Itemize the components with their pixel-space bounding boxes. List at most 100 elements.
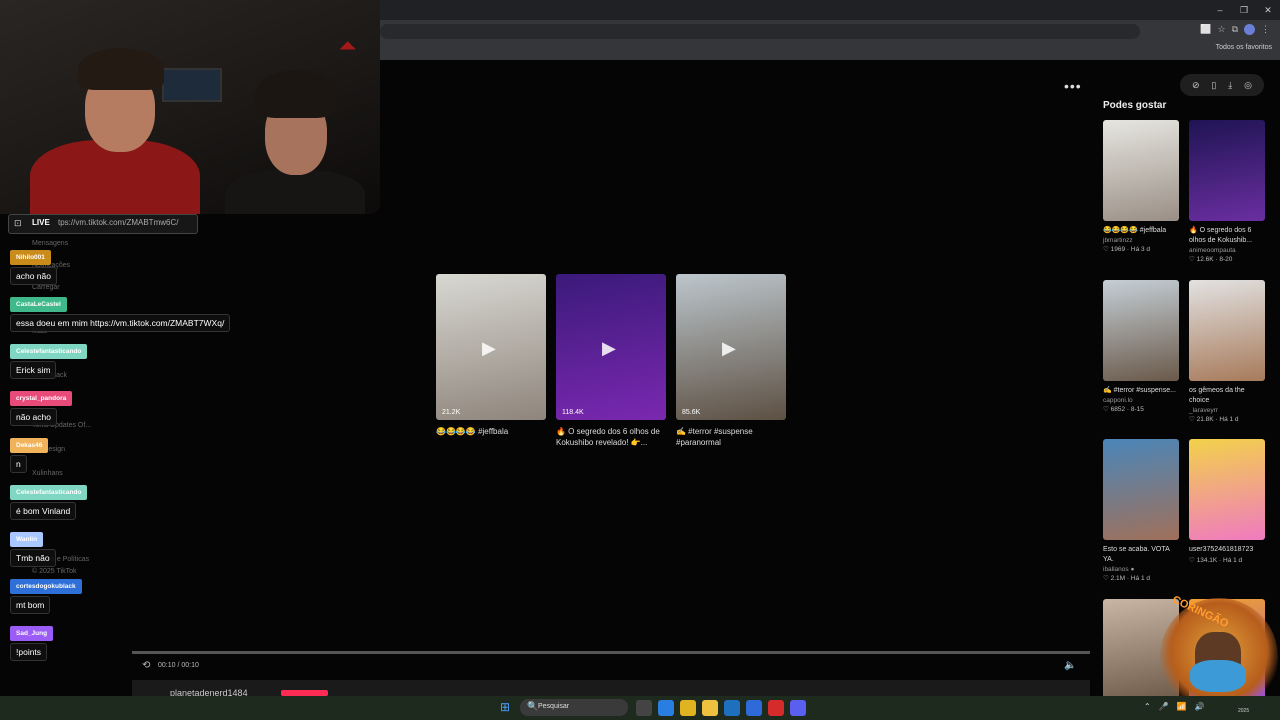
close-button[interactable]: ✕	[1256, 0, 1280, 20]
taskbar-app-icon[interactable]	[636, 700, 652, 716]
chat-message: Celestefantasticando Erick sim	[10, 340, 88, 379]
chat-text: Erick sim	[10, 361, 57, 379]
author-strip	[132, 680, 1090, 696]
sidebar-video-caption[interactable]: user3752461818723	[1189, 545, 1265, 555]
chat-message: cortesdogokublack mt bom	[10, 575, 82, 614]
sidebar-video-thumbnail[interactable]	[1189, 120, 1265, 221]
chat-text: essa doeu em mim https://vm.tiktok.com/Z…	[10, 314, 231, 332]
sidebar-video-author[interactable]: animeoompauta	[1189, 247, 1265, 254]
sidebar-video-caption[interactable]: 😂😂😂😂 #jeffbala	[1103, 226, 1179, 236]
sidebar-video-card[interactable]: user3752461818723 ♡ 134.1K · Há 1 d	[1189, 439, 1265, 564]
chat-message: Sad_Jung !points	[10, 622, 54, 661]
start-icon[interactable]: ⊞	[500, 700, 510, 714]
faded-nav-item: Carregar	[32, 284, 60, 291]
sidebar-video-card[interactable]: os gêmeos da the choice _laraveyrr ♡ 21.8K…	[1189, 280, 1265, 423]
chat-message: CastaLeCastel essa doeu em mim https://vm…	[10, 293, 231, 332]
taskbar-app-icon[interactable]	[658, 700, 674, 716]
video-card[interactable]: ▶ 118.4K 🔥 O segredo dos 6 olhos de Koku…	[556, 274, 666, 448]
chat-username[interactable]: Celestefantasticando	[10, 344, 88, 359]
chat-username[interactable]: Wanlin	[10, 532, 44, 547]
sidebar-video-thumbnail[interactable]	[1103, 280, 1179, 381]
sidebar-video-author[interactable]: _laraveyrr	[1189, 407, 1265, 414]
system-tray: ⌃ 🎤 📶 🔊	[1144, 702, 1205, 711]
video-thumbnail[interactable]: ▶ 118.4K	[556, 274, 666, 420]
all-bookmarks-link[interactable]: Todos os favoritos	[1216, 44, 1272, 51]
chat-username[interactable]: CastaLeCastel	[10, 297, 67, 312]
chat-username[interactable]: Celestefantasticando	[10, 485, 88, 500]
cast-icon[interactable]: ⬜	[1200, 24, 1211, 35]
maximize-button[interactable]: ❐	[1232, 0, 1256, 20]
play-icon: ▶	[602, 338, 616, 358]
sidebar-video-thumbnail[interactable]	[1189, 280, 1265, 381]
sidebar-video-card[interactable]: ✍️ #terror #suspense... capponi.lo ♡ 6852 …	[1103, 280, 1179, 413]
chat-username[interactable]: Dekas46	[10, 438, 49, 453]
block-icon[interactable]: ⊘	[1192, 80, 1200, 91]
chat-username[interactable]: Nihilo001	[10, 250, 51, 265]
bookmark-star-icon[interactable]: ☆	[1217, 24, 1225, 35]
background-monitor	[162, 68, 222, 102]
wifi-icon[interactable]: 📶	[1177, 702, 1187, 711]
chat-message: Dekas46 n	[10, 434, 49, 473]
microphone-icon[interactable]: 🎤	[1159, 702, 1169, 711]
sidebar-video-stats: ♡ 1969 · Há 3 d	[1103, 246, 1151, 253]
profile-avatar[interactable]	[1244, 24, 1255, 35]
taskbar-app-icon[interactable]	[702, 700, 718, 716]
video-card[interactable]: ▶ 85.6K ✍️ #terror #suspense #paranormal	[676, 274, 786, 448]
chat-text: !points	[10, 643, 48, 661]
chat-username[interactable]: cortesdogokublack	[10, 579, 82, 594]
speaker-icon[interactable]: 🔊	[1195, 702, 1205, 711]
streamer-left-hair	[78, 48, 164, 90]
chat-username[interactable]: crystal_pandora	[10, 391, 73, 406]
phone-icon[interactable]: ▯	[1211, 80, 1216, 91]
sidebar-video-caption[interactable]: os gêmeos da the choice	[1189, 386, 1265, 406]
search-icon: 🔍	[527, 701, 539, 711]
video-card[interactable]: ▶ 21.2K 😂😂😂😂 #jeffbala	[436, 274, 546, 448]
sidebar-video-card[interactable]: 🔥 O segredo dos 6 olhos de Kokushib... an…	[1189, 120, 1265, 263]
sidebar-video-thumbnail[interactable]	[1189, 439, 1265, 540]
taskbar-app-icon[interactable]	[746, 700, 762, 716]
taskbar-app-icon[interactable]	[724, 700, 740, 716]
chat-text: não acho	[10, 408, 57, 426]
browser-menu-icon[interactable]: ⋮	[1261, 24, 1270, 35]
volume-icon[interactable]: 🔈	[1064, 660, 1076, 671]
extensions-icon[interactable]: ⧉	[1232, 24, 1238, 35]
avatar-icon[interactable]: ◎	[1244, 80, 1252, 91]
sidebar-video-caption[interactable]: ✍️ #terror #suspense...	[1103, 386, 1179, 396]
video-caption[interactable]: 🔥 O segredo dos 6 olhos de Kokushibo rev…	[556, 426, 666, 448]
related-videos-grid: ▶ 21.2K 😂😂😂😂 #jeffbala ▶ 118.4K 🔥 O segr…	[436, 274, 786, 448]
window-controls: – ❐ ✕	[1208, 0, 1280, 20]
video-caption[interactable]: 😂😂😂😂 #jeffbala	[436, 426, 546, 437]
video-thumbnail[interactable]: ▶ 21.2K	[436, 274, 546, 420]
sidebar-video-author[interactable]: iballanos ●	[1103, 566, 1179, 573]
address-bar[interactable]	[380, 24, 1140, 39]
play-icon: ▶	[722, 338, 736, 358]
video-progress-bar[interactable]	[132, 651, 1090, 654]
video-thumbnail[interactable]: ▶ 85.6K	[676, 274, 786, 420]
taskbar-app-icon[interactable]	[680, 700, 696, 716]
taskbar-app-icon[interactable]	[768, 700, 784, 716]
chat-username[interactable]: Sad_Jung	[10, 626, 54, 641]
sidebar-video-author[interactable]: capponi.lo	[1103, 397, 1179, 404]
video-actions-pill: ⊘ ▯ ⤓ ◎	[1180, 74, 1264, 96]
sidebar-video-author[interactable]: jbmartinzz	[1103, 237, 1179, 244]
streamer-right-body	[225, 170, 365, 214]
live-url: tps://vm.tiktok.com/ZMABTmw6C/	[58, 218, 179, 227]
sidebar-video-card[interactable]: Esto se acaba. VOTA YA. iballanos ● ♡ 2.1M…	[1103, 439, 1179, 582]
more-options-icon[interactable]: •••	[1064, 78, 1082, 94]
sidebar-video-stats: ♡ 12.6K · 8-20	[1189, 256, 1233, 263]
chevron-up-icon[interactable]: ⌃	[1144, 702, 1151, 711]
chat-text: acho não	[10, 267, 57, 285]
video-caption[interactable]: ✍️ #terror #suspense #paranormal	[676, 426, 786, 448]
toolbar-icons: ⬜ ☆ ⧉ ⋮	[1200, 24, 1270, 35]
replay-icon[interactable]: ⟲	[142, 660, 150, 671]
sidebar-video-thumbnail[interactable]	[1103, 439, 1179, 540]
chat-message: Wanlin Tmb não	[10, 528, 56, 567]
sidebar-video-thumbnail[interactable]	[1103, 120, 1179, 221]
minimize-button[interactable]: –	[1208, 0, 1232, 20]
sidebar-video-caption[interactable]: Esto se acaba. VOTA YA.	[1103, 545, 1179, 565]
sidebar-video-caption[interactable]: 🔥 O segredo dos 6 olhos de Kokushib...	[1189, 226, 1265, 246]
sidebar-video-card[interactable]: 😂😂😂😂 #jeffbala jbmartinzz ♡ 1969 · Há 3 d	[1103, 120, 1179, 253]
live-label: LIVE	[32, 218, 50, 227]
download-icon[interactable]: ⤓	[1228, 80, 1232, 91]
taskbar-app-icon[interactable]	[790, 700, 806, 716]
